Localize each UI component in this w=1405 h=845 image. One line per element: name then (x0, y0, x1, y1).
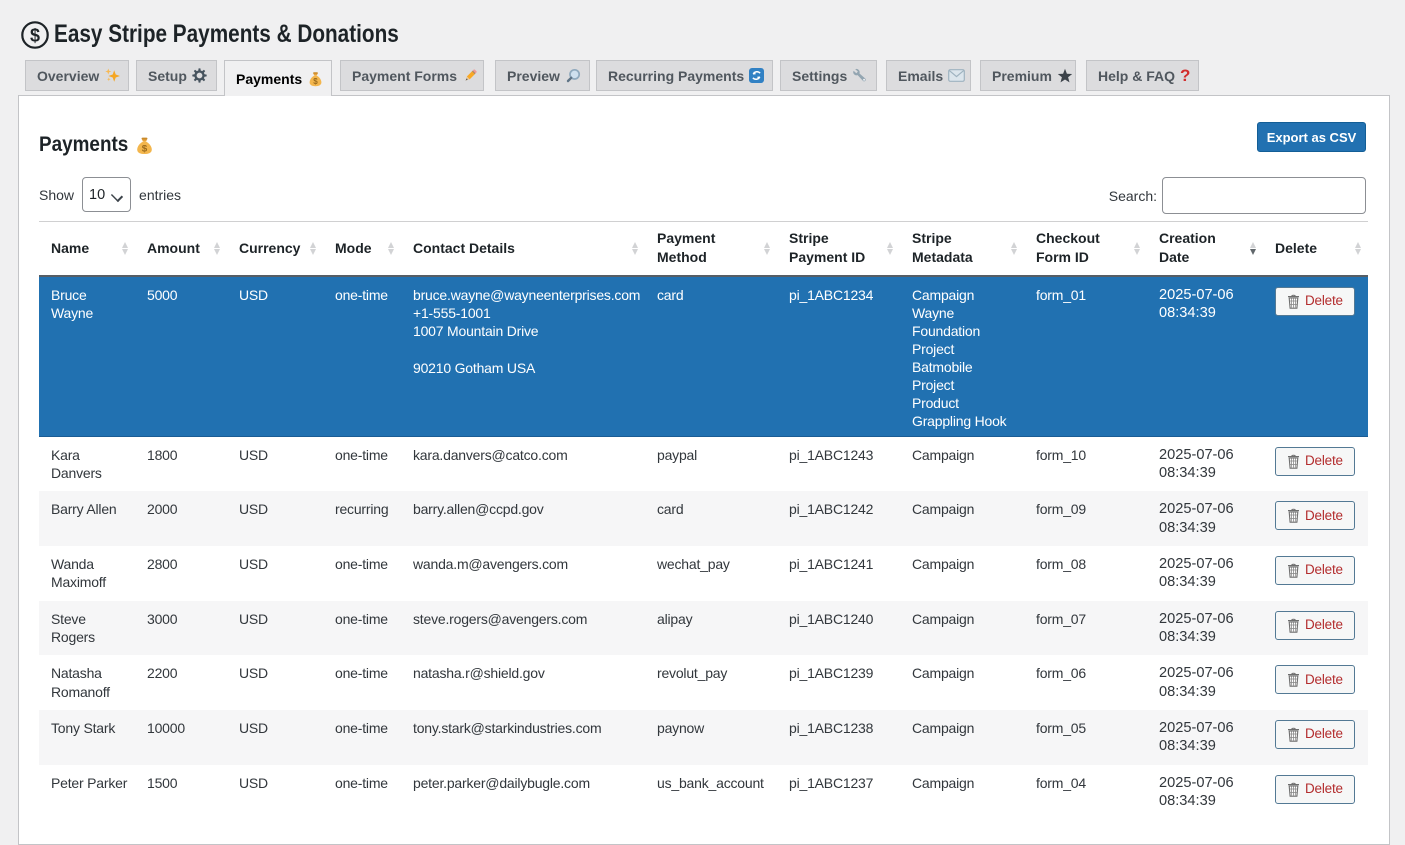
svg-text:$: $ (313, 77, 318, 86)
svg-text:$: $ (30, 25, 40, 45)
svg-text:$: $ (142, 144, 148, 155)
